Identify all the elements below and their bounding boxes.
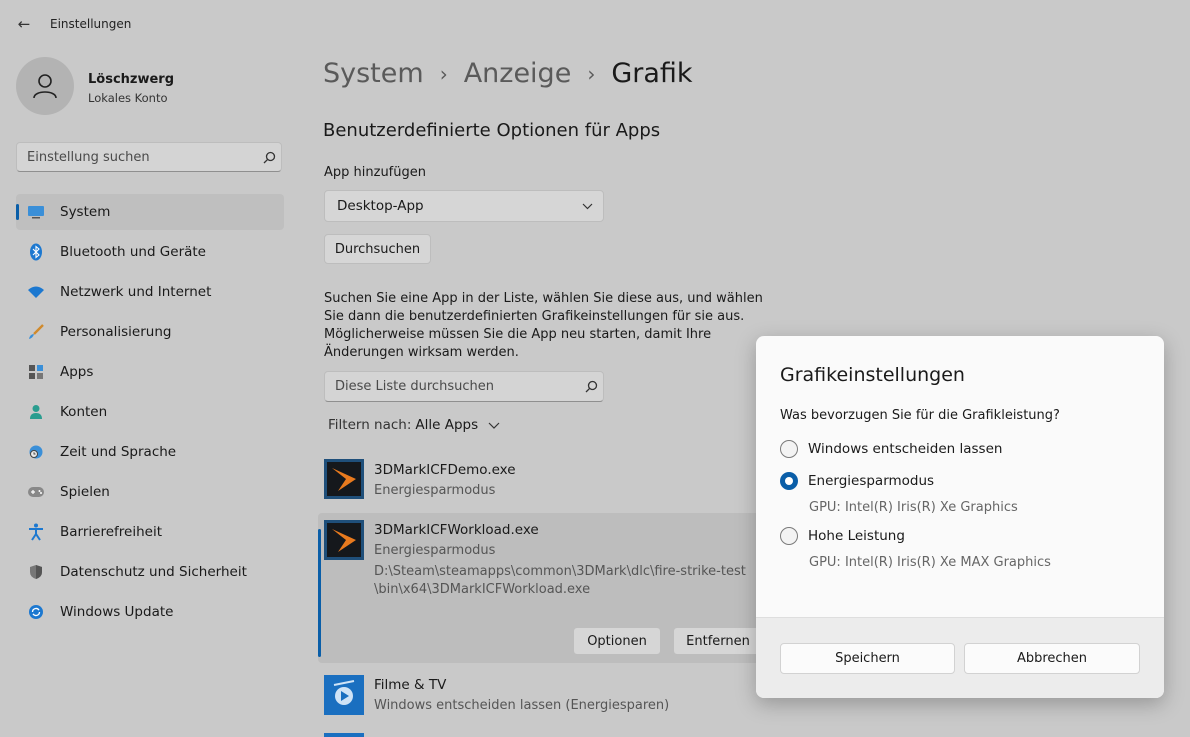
dialog-title: Grafikeinstellungen (780, 364, 965, 386)
person-icon (26, 402, 46, 422)
dialog-footer: Speichern Abbrechen (756, 617, 1164, 698)
search-icon (580, 380, 603, 393)
accessibility-icon (26, 522, 46, 542)
sidebar-item-label: Personalisierung (60, 324, 172, 340)
sidebar-item-bluetooth[interactable]: Bluetooth und Geräte (16, 234, 284, 270)
sidebar-item-gaming[interactable]: Spielen (16, 474, 284, 510)
app-path: \bin\x64\3DMarkICFWorkload.exe (374, 582, 591, 597)
app-list-search[interactable] (324, 371, 604, 402)
app-icon-partial (324, 733, 364, 737)
remove-button[interactable]: Entfernen (673, 627, 763, 655)
avatar[interactable] (16, 57, 74, 115)
3dmark-icon (324, 520, 364, 560)
save-button[interactable]: Speichern (780, 643, 955, 674)
movies-tv-icon (324, 675, 364, 715)
radio-button[interactable] (780, 440, 798, 458)
radio-option-power-saving[interactable]: Energiesparmodus (780, 472, 934, 490)
sidebar-item-personalization[interactable]: Personalisierung (16, 314, 284, 350)
window-title: Einstellungen (50, 17, 132, 31)
globe-clock-icon (26, 442, 46, 462)
sidebar-item-apps[interactable]: Apps (16, 354, 284, 390)
add-app-label: App hinzufügen (324, 165, 426, 180)
monitor-icon (26, 202, 46, 222)
sidebar-item-label: Spielen (60, 484, 110, 500)
sidebar-item-time-language[interactable]: Zeit und Sprache (16, 434, 284, 470)
app-path: D:\Steam\steamapps\common\3DMark\dlc\fir… (374, 564, 746, 579)
sidebar-item-accessibility[interactable]: Barrierefreiheit (16, 514, 284, 550)
page-title: Grafik (611, 58, 693, 89)
settings-search[interactable] (16, 142, 282, 172)
sidebar-item-label: Datenschutz und Sicherheit (60, 564, 247, 580)
bluetooth-icon (26, 242, 46, 262)
app-name[interactable]: 3DMarkICFDemo.exe (374, 462, 516, 478)
breadcrumb-system[interactable]: System (323, 58, 424, 89)
sidebar-item-label: Barrierefreiheit (60, 524, 162, 540)
sidebar-item-network[interactable]: Netzwerk und Internet (16, 274, 284, 310)
brush-icon (26, 322, 46, 342)
wifi-icon (26, 282, 46, 302)
sidebar-item-label: Apps (60, 364, 94, 380)
sidebar-item-label: Windows Update (60, 604, 174, 620)
radio-label: Hohe Leistung (808, 528, 905, 544)
account-type: Lokales Konto (88, 91, 168, 105)
app-mode: Energiesparmodus (374, 483, 496, 498)
gpu-info: GPU: Intel(R) Iris(R) Xe MAX Graphics (809, 555, 1051, 570)
sidebar-item-windows-update[interactable]: Windows Update (16, 594, 284, 630)
description-text: Suchen Sie eine App in der Liste, wählen… (324, 291, 763, 360)
search-icon (258, 151, 281, 164)
shield-icon (26, 562, 46, 582)
radio-option-windows[interactable]: Windows entscheiden lassen (780, 440, 1002, 458)
filter-label: Filtern nach: (328, 417, 412, 433)
chevron-right-icon: › (439, 61, 448, 86)
app-mode: Energiesparmodus (374, 543, 496, 558)
sidebar-item-privacy[interactable]: Datenschutz und Sicherheit (16, 554, 284, 590)
radio-label: Energiesparmodus (808, 473, 935, 489)
gamepad-icon (26, 482, 46, 502)
settings-search-input[interactable] (17, 148, 259, 166)
app-type-dropdown[interactable]: Desktop-App (324, 190, 604, 222)
section-title: Benutzerdefinierte Optionen für Apps (323, 120, 661, 141)
app-name: 3DMarkICFWorkload.exe (374, 522, 539, 538)
app-mode: Windows entscheiden lassen (Energiespare… (374, 698, 670, 713)
gpu-info: GPU: Intel(R) Iris(R) Xe Graphics (809, 500, 1018, 515)
app-list-search-input[interactable] (325, 378, 581, 395)
chevron-down-icon (488, 417, 500, 433)
sidebar-nav: System Bluetooth und Geräte Netzwerk und… (16, 194, 284, 634)
apps-icon (26, 362, 46, 382)
cancel-button[interactable]: Abbrechen (964, 643, 1140, 674)
sidebar-item-system[interactable]: System (16, 194, 284, 230)
radio-label: Windows entscheiden lassen (808, 441, 1003, 457)
sidebar-item-label: Zeit und Sprache (60, 444, 177, 460)
sidebar-item-accounts[interactable]: Konten (16, 394, 284, 430)
sidebar-item-label: Konten (60, 404, 108, 420)
sidebar-item-label: Bluetooth und Geräte (60, 244, 206, 260)
options-button[interactable]: Optionen (573, 627, 661, 655)
update-icon (26, 602, 46, 622)
sidebar-item-label: System (60, 204, 111, 220)
user-name: Löschzwerg (88, 72, 175, 87)
dropdown-value: Desktop-App (337, 198, 424, 214)
breadcrumb-display[interactable]: Anzeige (464, 58, 572, 89)
radio-button-selected[interactable] (780, 472, 798, 490)
graphics-settings-dialog: Grafikeinstellungen Was bevorzugen Sie f… (756, 336, 1164, 698)
filter-value: Alle Apps (415, 417, 479, 433)
sidebar-item-label: Netzwerk und Internet (60, 284, 212, 300)
filter-control[interactable]: Filtern nach: Alle Apps (328, 417, 500, 433)
chevron-right-icon: › (587, 61, 596, 86)
app-name[interactable]: Filme & TV (374, 677, 446, 693)
3dmark-icon (324, 459, 364, 499)
person-icon (33, 74, 57, 99)
breadcrumb: System › Anzeige › Grafik (323, 58, 693, 89)
back-arrow-icon[interactable]: ← (14, 14, 34, 34)
browse-button[interactable]: Durchsuchen (324, 234, 431, 264)
radio-option-high-performance[interactable]: Hohe Leistung (780, 527, 905, 545)
radio-button[interactable] (780, 527, 798, 545)
dialog-question: Was bevorzugen Sie für die Grafikleistun… (780, 408, 1060, 423)
chevron-down-icon (582, 198, 593, 214)
